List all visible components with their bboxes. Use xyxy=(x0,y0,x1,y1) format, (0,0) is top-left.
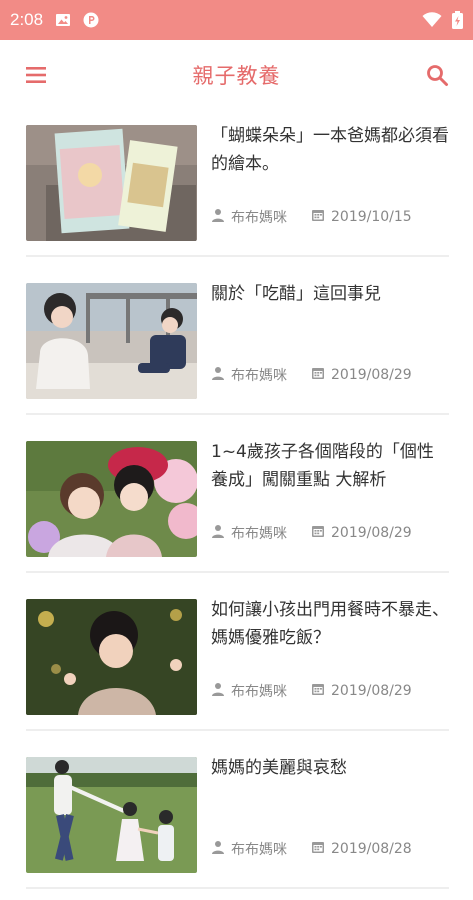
article-author: 布布媽咪 xyxy=(231,210,287,226)
calendar-icon xyxy=(311,524,325,542)
article-title: 關於「吃醋」這回事兒 xyxy=(211,284,381,304)
article-date: 2019/10/15 xyxy=(331,209,412,225)
menu-icon[interactable] xyxy=(18,57,54,93)
article-author: 布布媽咪 xyxy=(231,684,287,700)
battery-icon xyxy=(452,11,463,29)
article-date: 2019/08/29 xyxy=(331,367,412,383)
article-date: 2019/08/29 xyxy=(331,525,412,541)
article-author: 布布媽咪 xyxy=(231,368,287,384)
calendar-icon xyxy=(311,366,325,384)
article-item[interactable]: 「蝴蝶朵朵」一本爸媽都必須看的繪本。 布布媽咪 2019/10/15 xyxy=(26,125,449,257)
article-title: 如何讓小孩出門用餐時不暴走、媽媽優雅吃飯？ xyxy=(211,600,449,648)
article-thumbnail xyxy=(26,283,197,399)
article-title: 「蝴蝶朵朵」一本爸媽都必須看的繪本。 xyxy=(211,126,449,174)
search-icon[interactable] xyxy=(419,57,455,93)
article-list: 「蝴蝶朵朵」一本爸媽都必須看的繪本。 布布媽咪 2019/10/15 關於「吃醋… xyxy=(0,125,473,889)
app-bar: 親子教養 xyxy=(0,40,473,110)
article-author: 布布媽咪 xyxy=(231,526,287,542)
article-item[interactable]: 1~4歲孩子各個階段的「個性養成」闖關重點 大解析 布布媽咪 2019/08/2… xyxy=(26,441,449,573)
person-icon xyxy=(211,366,225,384)
status-bar: 2:08 xyxy=(0,0,473,40)
article-thumbnail xyxy=(26,125,197,241)
article-title: 1~4歲孩子各個階段的「個性養成」闖關重點 大解析 xyxy=(211,442,434,490)
page-title: 親子教養 xyxy=(192,64,281,88)
person-icon xyxy=(211,524,225,542)
article-thumbnail xyxy=(26,599,197,715)
article-item[interactable]: 如何讓小孩出門用餐時不暴走、媽媽優雅吃飯？ 布布媽咪 2019/08/29 xyxy=(26,599,449,731)
calendar-icon xyxy=(311,208,325,226)
person-icon xyxy=(211,682,225,700)
parking-p-icon xyxy=(83,12,99,28)
person-icon xyxy=(211,840,225,858)
article-date: 2019/08/28 xyxy=(331,841,412,857)
article-title: 媽媽的美麗與哀愁 xyxy=(211,758,347,778)
article-date: 2019/08/29 xyxy=(331,683,412,699)
calendar-icon xyxy=(311,840,325,858)
article-thumbnail xyxy=(26,441,197,557)
image-icon xyxy=(55,12,71,28)
article-author: 布布媽咪 xyxy=(231,842,287,858)
person-icon xyxy=(211,208,225,226)
wifi-icon xyxy=(422,12,442,28)
calendar-icon xyxy=(311,682,325,700)
article-item[interactable]: 關於「吃醋」這回事兒 布布媽咪 2019/08/29 xyxy=(26,283,449,415)
status-time: 2:08 xyxy=(10,10,44,29)
article-item[interactable]: 媽媽的美麗與哀愁 布布媽咪 2019/08/28 xyxy=(26,757,449,889)
article-thumbnail xyxy=(26,757,197,873)
